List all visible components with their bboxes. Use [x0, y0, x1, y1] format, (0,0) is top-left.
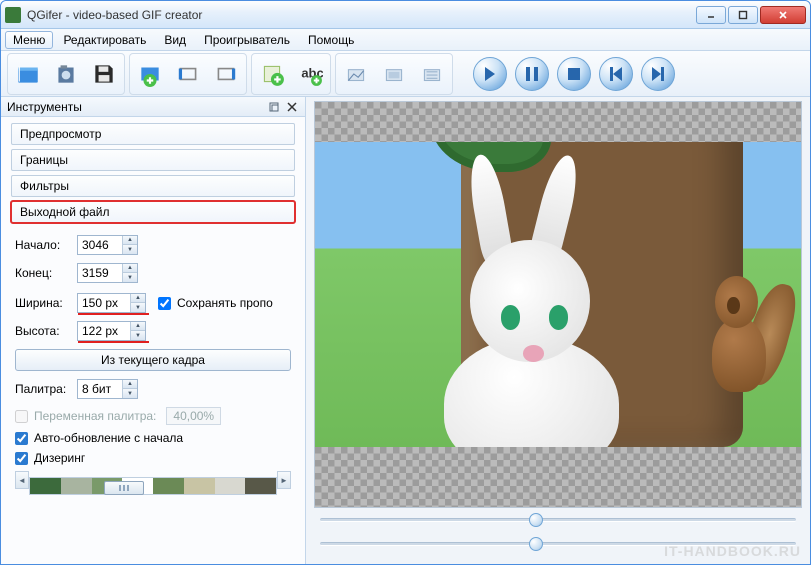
- start-spinner[interactable]: ▲▼: [77, 235, 138, 255]
- tools-panel-title: Инструменты: [7, 100, 82, 114]
- variable-palette-row: Переменная палитра: 40,00%: [15, 407, 291, 425]
- palette-color: [61, 478, 92, 494]
- window-title: QGifer - video-based GIF creator: [27, 8, 696, 22]
- palette-color: [184, 478, 215, 494]
- section-bounds[interactable]: Границы: [11, 149, 295, 171]
- video-preview[interactable]: [315, 142, 801, 447]
- maximize-button[interactable]: [728, 6, 758, 24]
- mark-start-button[interactable]: [170, 56, 206, 92]
- preview-panel: [314, 101, 802, 508]
- prev-frame-button[interactable]: [599, 57, 633, 91]
- render-gif-button[interactable]: [48, 56, 84, 92]
- down-arrow-icon[interactable]: ▼: [131, 331, 145, 340]
- transparency-top: [315, 102, 801, 142]
- dithering-checkbox[interactable]: [15, 452, 28, 465]
- width-label: Ширина:: [15, 296, 71, 310]
- filter-c-button[interactable]: [414, 56, 450, 92]
- toolbar: abc: [1, 51, 810, 97]
- height-label: Высота:: [15, 324, 71, 338]
- seek-slider-row: [314, 508, 802, 532]
- play-button[interactable]: [473, 57, 507, 91]
- open-video-button[interactable]: [10, 56, 46, 92]
- stop-button[interactable]: [557, 57, 591, 91]
- menu-view[interactable]: Вид: [156, 31, 194, 49]
- up-arrow-icon[interactable]: ▲: [123, 236, 137, 245]
- range-slider-row: [314, 532, 802, 556]
- filter-b-button[interactable]: [376, 56, 412, 92]
- menubar: Меню Редактировать Вид Проигрыватель Пом…: [1, 29, 810, 51]
- end-label: Конец:: [15, 266, 71, 280]
- keep-ratio-label: Сохранять пропо: [177, 296, 273, 310]
- variable-palette-checkbox: [15, 410, 28, 423]
- seek-slider[interactable]: [320, 518, 796, 522]
- palette-color: [245, 478, 276, 494]
- tools-panel-header: Инструменты: [1, 97, 305, 117]
- marker-button[interactable]: [132, 56, 168, 92]
- down-arrow-icon[interactable]: ▼: [123, 245, 137, 254]
- save-button[interactable]: [86, 56, 122, 92]
- up-arrow-icon[interactable]: ▲: [131, 322, 145, 331]
- down-arrow-icon[interactable]: ▼: [123, 389, 137, 398]
- up-arrow-icon[interactable]: ▲: [131, 294, 145, 303]
- up-arrow-icon[interactable]: ▲: [123, 264, 137, 273]
- app-icon: [5, 7, 21, 23]
- palette-color: [30, 478, 61, 494]
- start-input[interactable]: [78, 236, 122, 254]
- window: QGifer - video-based GIF creator Меню Ре…: [0, 0, 811, 565]
- auto-update-checkbox[interactable]: [15, 432, 28, 445]
- palette-spinner[interactable]: ▲▼: [77, 379, 138, 399]
- palette-scroll-right[interactable]: ►: [277, 471, 291, 489]
- keep-ratio-checkbox[interactable]: [158, 297, 171, 310]
- range-thumb[interactable]: [529, 537, 543, 551]
- start-label: Начало:: [15, 238, 71, 252]
- menu-help[interactable]: Помощь: [300, 31, 362, 49]
- range-slider[interactable]: [320, 542, 796, 546]
- add-object-button[interactable]: [254, 56, 290, 92]
- from-current-frame-button[interactable]: Из текущего кадра: [15, 349, 291, 371]
- end-input[interactable]: [78, 264, 122, 282]
- down-arrow-icon[interactable]: ▼: [123, 273, 137, 282]
- variable-palette-label: Переменная палитра:: [34, 409, 156, 423]
- down-arrow-icon[interactable]: ▼: [131, 303, 145, 312]
- section-output[interactable]: Выходной файл: [11, 201, 295, 223]
- menu-main[interactable]: Меню: [5, 31, 53, 49]
- output-form: Начало: ▲▼ Конец: ▲▼: [11, 227, 295, 499]
- sidebar: Инструменты Предпросмотр Границы Фильтры…: [1, 97, 306, 564]
- section-preview[interactable]: Предпросмотр: [11, 123, 295, 145]
- palette-label: Палитра:: [15, 382, 71, 396]
- scene-squirrel: [704, 276, 782, 392]
- transparency-bottom: [315, 447, 801, 507]
- palette-input[interactable]: [78, 380, 122, 398]
- next-frame-button[interactable]: [641, 57, 675, 91]
- section-filters[interactable]: Фильтры: [11, 175, 295, 197]
- width-input[interactable]: [78, 294, 130, 312]
- close-panel-icon[interactable]: [285, 100, 299, 114]
- filter-a-button[interactable]: [338, 56, 374, 92]
- undock-icon[interactable]: [267, 100, 281, 114]
- auto-update-label: Авто-обновление с начала: [34, 431, 183, 445]
- text-button[interactable]: abc: [292, 56, 328, 92]
- seek-thumb[interactable]: [529, 513, 543, 527]
- main-area: [306, 97, 810, 564]
- palette-scroll-left[interactable]: ◄: [15, 471, 29, 489]
- scene-bunny: [422, 227, 641, 447]
- menu-player[interactable]: Проигрыватель: [196, 31, 298, 49]
- close-button[interactable]: [760, 6, 806, 24]
- mark-end-button[interactable]: [208, 56, 244, 92]
- menu-edit[interactable]: Редактировать: [55, 31, 154, 49]
- end-spinner[interactable]: ▲▼: [77, 263, 138, 283]
- titlebar[interactable]: QGifer - video-based GIF creator: [1, 1, 810, 29]
- height-input[interactable]: [78, 322, 130, 340]
- up-arrow-icon[interactable]: ▲: [123, 380, 137, 389]
- palette-bar[interactable]: [29, 477, 277, 495]
- pause-button[interactable]: [515, 57, 549, 91]
- height-spinner[interactable]: ▲▼: [77, 321, 146, 341]
- variable-palette-pct: 40,00%: [166, 407, 221, 425]
- dithering-label: Дизеринг: [34, 451, 85, 465]
- width-spinner[interactable]: ▲▼: [77, 293, 146, 313]
- palette-color: [215, 478, 246, 494]
- palette-color: [153, 478, 184, 494]
- palette-scroll-thumb[interactable]: [104, 481, 144, 495]
- minimize-button[interactable]: [696, 6, 726, 24]
